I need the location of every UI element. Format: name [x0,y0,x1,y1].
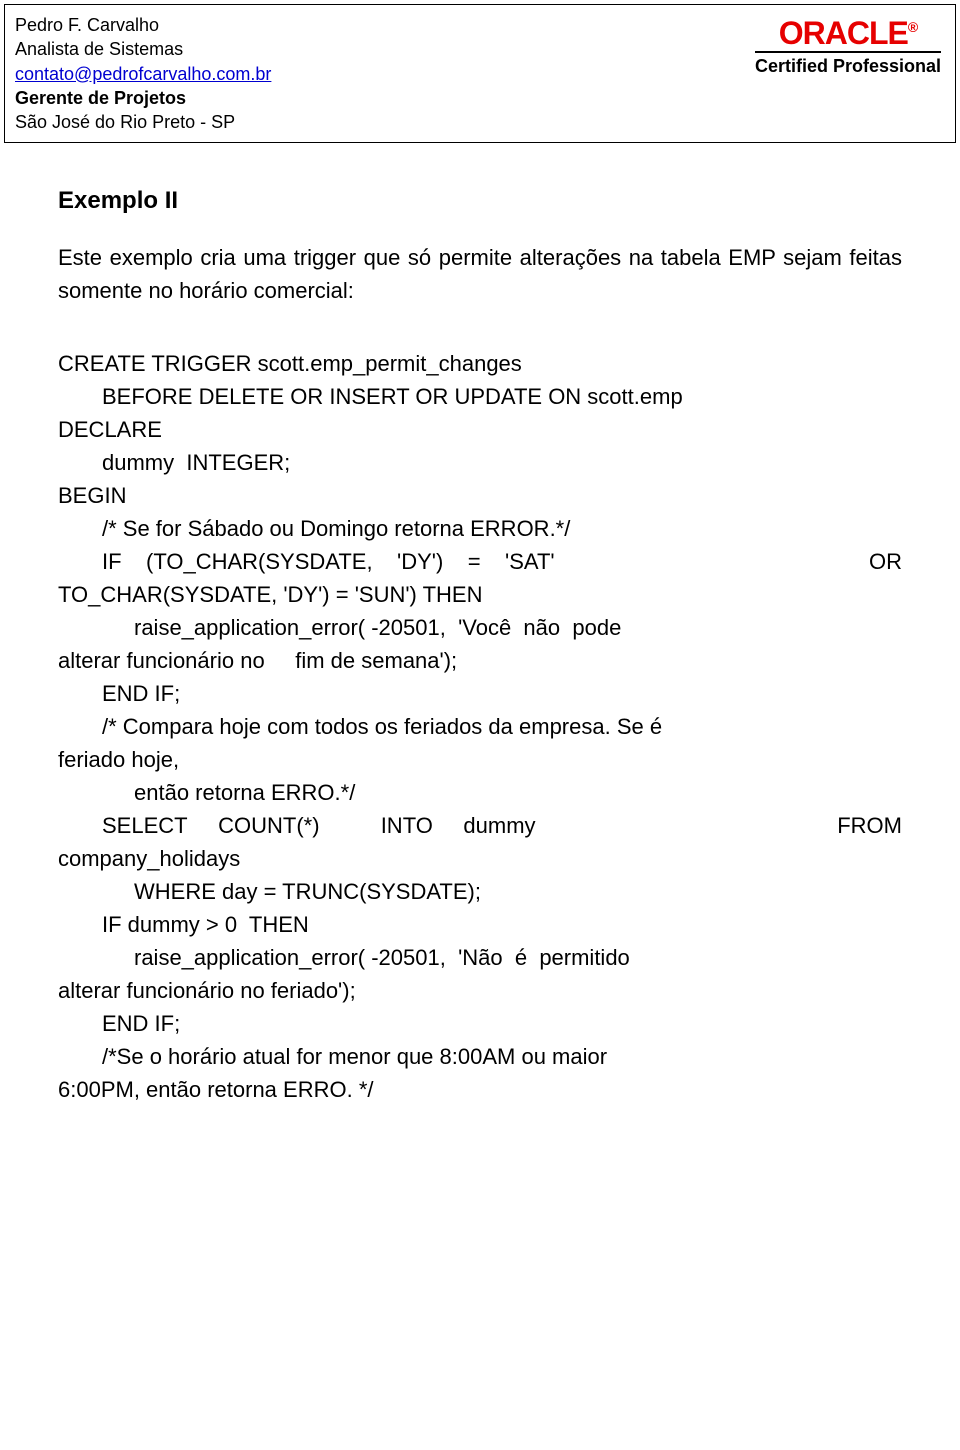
header-left: Pedro F. Carvalho Analista de Sistemas c… [15,13,271,134]
code-line: 6:00PM, então retorna ERRO. */ [58,1073,902,1106]
oracle-brand-text: ORACLE [779,15,908,51]
code-line: IF (TO_CHAR(SYSDATE, 'DY') = 'SAT'OR [102,545,902,578]
code-line: alterar funcionário no fim de semana'); [58,644,902,677]
code-line: WHERE day = TRUNC(SYSDATE); [134,875,902,908]
code-line: IF dummy > 0 THEN [102,908,902,941]
oracle-cert-text: Certified Professional [755,56,941,77]
code-line: END IF; [102,677,902,710]
oracle-divider [755,51,941,53]
page-content: Exemplo II Este exemplo cria uma trigger… [4,143,956,1106]
code-line: /*Se o horário atual for menor que 8:00A… [102,1040,902,1073]
code-line: alterar funcionário no feriado'); [58,974,902,1007]
oracle-logo: ORACLE® [755,19,941,48]
code-line: raise_application_error( -20501, 'Não é … [134,941,902,974]
code-block: CREATE TRIGGER scott.emp_permit_changes … [58,347,902,1106]
author-name: Pedro F. Carvalho [15,13,271,37]
code-line: company_holidays [58,842,902,875]
code-line: feriado hoje, [58,743,902,776]
code-line: DECLARE [58,413,902,446]
author-email-link[interactable]: contato@pedrofcarvalho.com.br [15,64,271,84]
code-line: TO_CHAR(SYSDATE, 'DY') = 'SUN') THEN [58,578,902,611]
code-line: BEFORE DELETE OR INSERT OR UPDATE ON sco… [102,380,902,413]
code-line: dummy INTEGER; [102,446,902,479]
code-line: END IF; [102,1007,902,1040]
code-line: /* Compara hoje com todos os feriados da… [102,710,902,743]
code-line: então retorna ERRO.*/ [134,776,902,809]
code-line: CREATE TRIGGER scott.emp_permit_changes [58,347,902,380]
author-role-1: Analista de Sistemas [15,37,271,61]
code-line: /* Se for Sábado ou Domingo retorna ERRO… [102,512,902,545]
code-line: SELECT COUNT(*) INTO dummyFROM [102,809,902,842]
header-box: Pedro F. Carvalho Analista de Sistemas c… [4,4,956,143]
oracle-badge: ORACLE® Certified Professional [755,13,945,77]
author-location: São José do Rio Preto - SP [15,110,271,134]
code-line: raise_application_error( -20501, 'Você n… [134,611,902,644]
code-line: BEGIN [58,479,902,512]
author-role-2: Gerente de Projetos [15,86,271,110]
example-heading: Exemplo II [58,183,902,219]
registered-icon: ® [908,19,917,35]
intro-paragraph: Este exemplo cria uma trigger que só per… [58,241,902,307]
